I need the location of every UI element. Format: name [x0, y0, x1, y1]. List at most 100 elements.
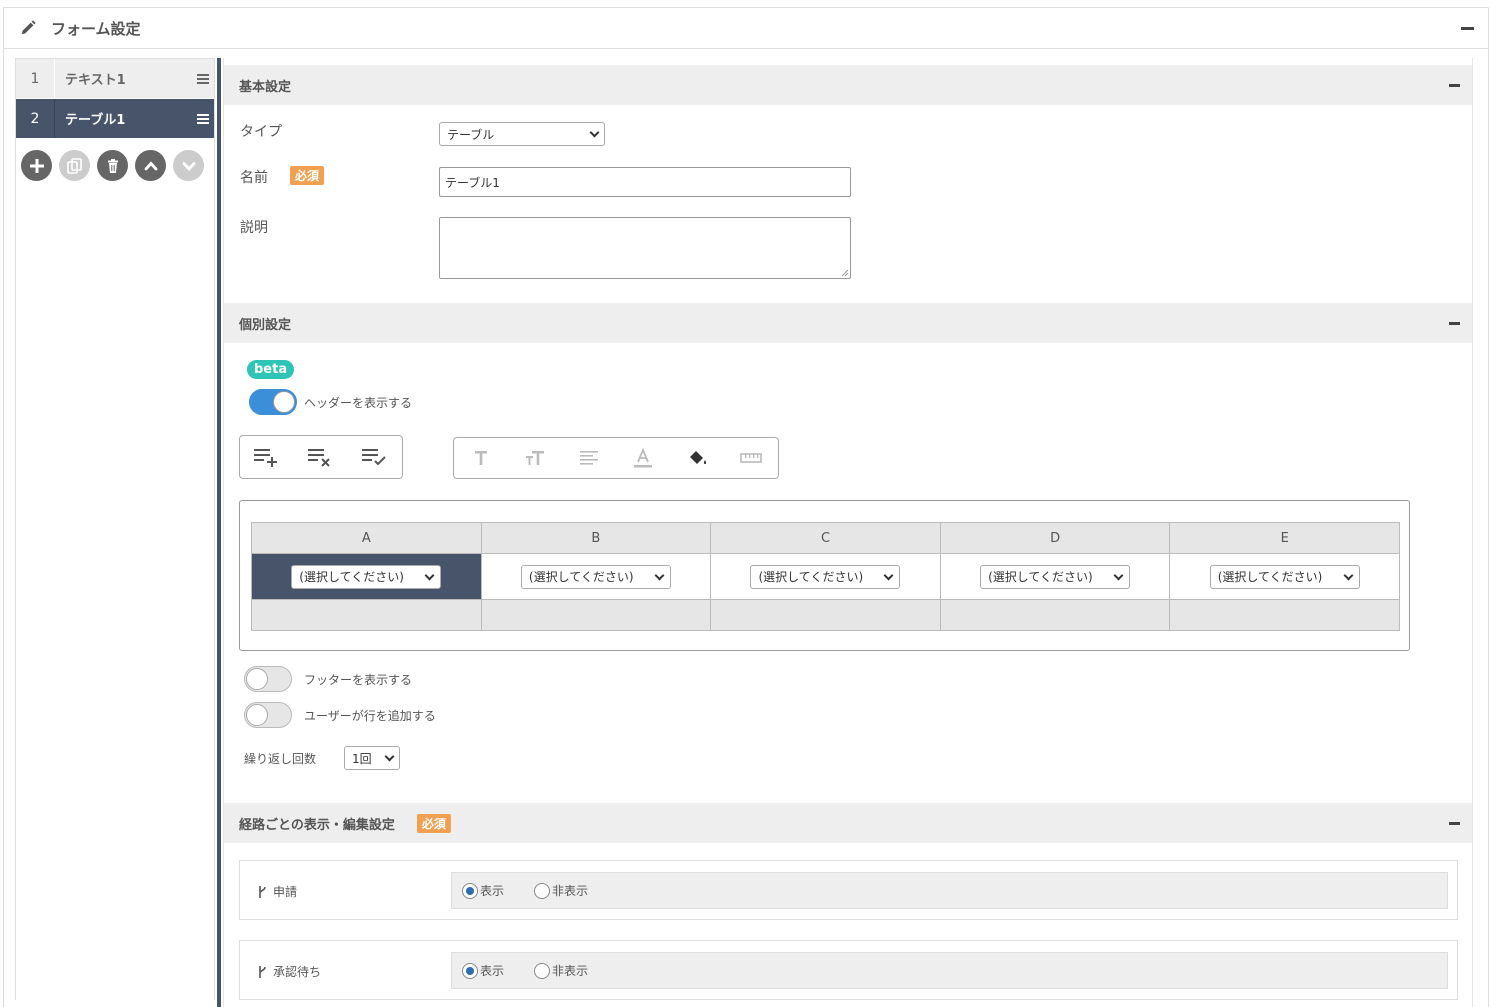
- radio-button[interactable]: [534, 962, 551, 979]
- cell-select-value: (選択してください): [528, 570, 634, 584]
- column-header-b[interactable]: B: [480, 522, 712, 554]
- column-header-e[interactable]: E: [1169, 522, 1400, 554]
- chevron-up-icon: [144, 160, 157, 170]
- user-add-row-toggle[interactable]: [244, 702, 292, 728]
- field-label: テキスト1: [65, 73, 126, 88]
- drag-handle-icon[interactable]: [197, 114, 209, 124]
- chevron-down-icon: [182, 161, 195, 171]
- cell-type-select[interactable]: (選択してください): [980, 564, 1131, 589]
- row-toolbar: [239, 435, 403, 479]
- drag-handle-icon[interactable]: [197, 74, 209, 84]
- column-header-a[interactable]: A: [251, 522, 482, 554]
- remove-row-icon: [308, 449, 330, 467]
- route-name: 承認待ち: [273, 965, 322, 979]
- column-width-button[interactable]: [724, 436, 778, 480]
- field-label: テーブル1: [65, 113, 126, 128]
- route-label: 承認待ち: [257, 963, 321, 980]
- hide-option[interactable]: 非表示: [534, 962, 588, 979]
- cell-select-value: (選択してください): [758, 570, 864, 584]
- check-row-icon: [362, 449, 386, 466]
- panel-divider: [217, 58, 221, 1007]
- font-color-button[interactable]: [616, 436, 670, 480]
- footer-cell: [710, 599, 941, 631]
- field-number: 2: [16, 99, 55, 138]
- collapse-icon[interactable]: [1449, 322, 1460, 325]
- add-row-button[interactable]: [240, 435, 294, 479]
- footer-cell: [251, 599, 482, 631]
- column-header-d[interactable]: D: [939, 522, 1171, 554]
- collapse-icon[interactable]: [1449, 84, 1460, 87]
- copy-field-button[interactable]: [59, 150, 90, 181]
- required-badge: 必須: [416, 813, 451, 833]
- show-option-label: 表示: [480, 884, 505, 898]
- repeat-count-select[interactable]: 1回: [344, 746, 400, 770]
- plus-icon: [29, 158, 44, 173]
- type-select[interactable]: テーブル: [439, 122, 605, 146]
- font-size-button[interactable]: [508, 436, 562, 480]
- align-button[interactable]: [562, 436, 616, 480]
- visibility-options: 表示 非表示: [451, 952, 1448, 989]
- basic-settings-header[interactable]: 基本設定: [224, 65, 1472, 105]
- cell-select-value: (選択してください): [1217, 570, 1323, 584]
- panel-header: フォーム設定: [4, 8, 1488, 49]
- field-item-text1[interactable]: 1 テキスト1: [16, 59, 214, 99]
- text-icon: [475, 451, 487, 465]
- cell-type-select[interactable]: (選択してください): [1209, 564, 1360, 589]
- description-textarea[interactable]: [439, 217, 851, 279]
- user-add-row-label: ユーザーが行を追加する: [304, 709, 436, 723]
- table-editor: A B C D E (選択してください) (選択してください) (選択してくださ…: [239, 500, 1410, 651]
- collapse-icon[interactable]: [1461, 27, 1474, 30]
- add-field-button[interactable]: [21, 150, 52, 181]
- table-cell-b[interactable]: (選択してください): [480, 553, 712, 600]
- table-cell-e[interactable]: (選択してください): [1169, 553, 1400, 600]
- validate-row-button[interactable]: [348, 435, 402, 479]
- branch-icon: [259, 965, 266, 978]
- name-input[interactable]: [439, 167, 851, 197]
- show-option-label: 表示: [480, 964, 505, 978]
- collapse-icon[interactable]: [1449, 822, 1460, 825]
- show-option[interactable]: 表示: [462, 962, 504, 979]
- chevron-down-icon: [1113, 570, 1124, 580]
- table-cell-d[interactable]: (選択してください): [939, 553, 1171, 600]
- radio-button[interactable]: [462, 962, 478, 979]
- individual-settings-header[interactable]: 個別設定: [224, 303, 1472, 343]
- field-list: 1 テキスト1 2 テーブル1: [15, 58, 215, 1000]
- radio-button[interactable]: [534, 882, 551, 899]
- cell-select-value: (選択してください): [299, 570, 404, 584]
- visibility-options: 表示 非表示: [451, 872, 1448, 909]
- copy-icon: [66, 157, 82, 174]
- show-option[interactable]: 表示: [462, 882, 504, 899]
- font-size-icon: [526, 451, 544, 465]
- footer-toggle[interactable]: [244, 666, 292, 692]
- move-down-button[interactable]: [173, 150, 204, 181]
- branch-icon: [259, 885, 266, 898]
- cell-select-value: (選択してください): [988, 570, 1093, 584]
- format-toolbar: [453, 437, 779, 479]
- delete-field-button[interactable]: [97, 150, 128, 181]
- delete-row-button[interactable]: [294, 435, 348, 479]
- text-format-button[interactable]: [454, 436, 508, 480]
- resize-handle-icon[interactable]: [841, 269, 849, 277]
- field-item-table1[interactable]: 2 テーブル1: [16, 99, 214, 139]
- fill-color-button[interactable]: [670, 436, 724, 480]
- hide-option-label: 非表示: [552, 884, 589, 898]
- route-settings-header[interactable]: 経路ごとの表示・編集設定 必須: [224, 803, 1472, 843]
- footer-toggle-label: フッターを表示する: [304, 673, 413, 687]
- radio-button[interactable]: [462, 882, 478, 899]
- footer-cell: [939, 599, 1171, 631]
- column-header-c[interactable]: C: [710, 522, 941, 554]
- chevron-down-icon: [654, 570, 665, 580]
- table-cell-c[interactable]: (選択してください): [710, 553, 941, 600]
- hide-option[interactable]: 非表示: [534, 882, 588, 899]
- trash-icon: [107, 158, 118, 173]
- cell-type-select[interactable]: (選択してください): [520, 564, 671, 589]
- toggle-knob: [273, 391, 295, 413]
- table-cell-a[interactable]: (選択してください): [251, 553, 482, 600]
- header-toggle[interactable]: [249, 389, 297, 415]
- cell-type-select[interactable]: (選択してください): [291, 564, 442, 589]
- move-up-button[interactable]: [135, 150, 166, 181]
- section-title: 個別設定: [239, 317, 292, 333]
- panel-title: フォーム設定: [51, 19, 141, 38]
- cell-type-select[interactable]: (選択してください): [750, 564, 901, 589]
- font-color-icon: [634, 448, 652, 468]
